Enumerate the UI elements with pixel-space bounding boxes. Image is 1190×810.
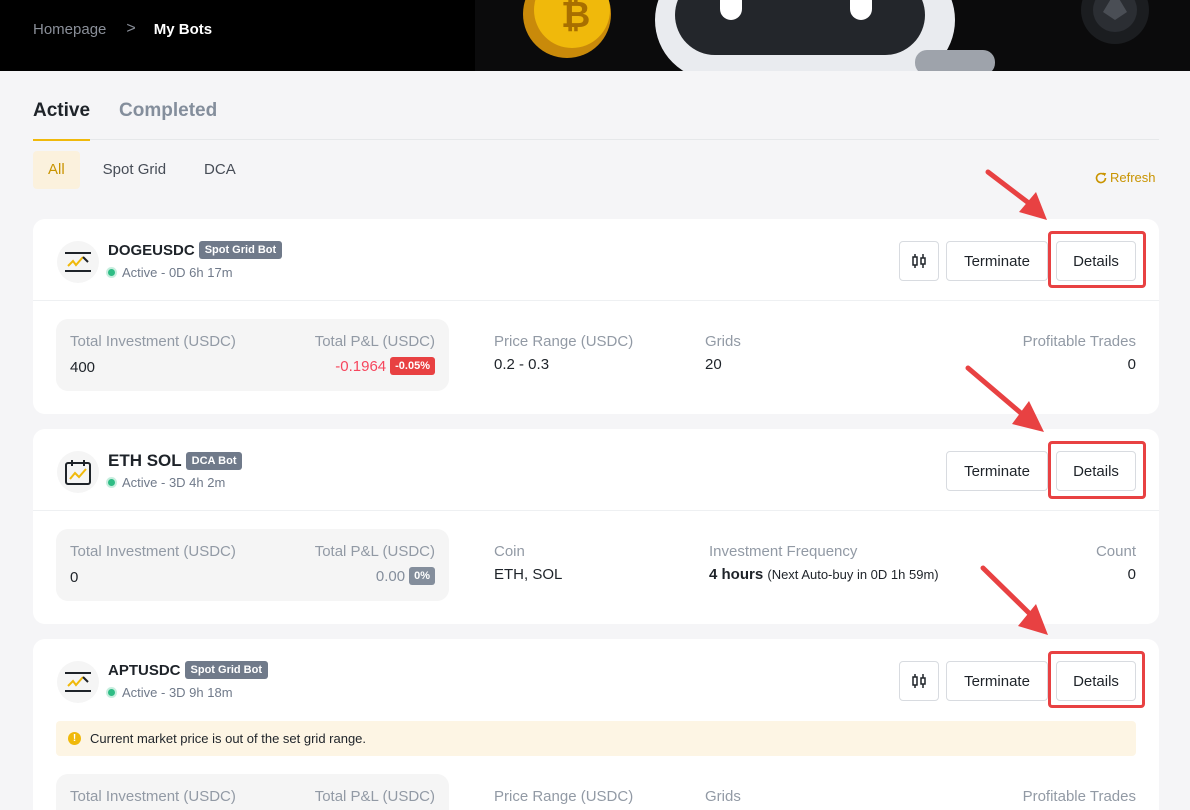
red-arrow-icon xyxy=(965,365,1044,432)
annotation-arrows xyxy=(965,169,1048,635)
red-arrow-icon xyxy=(980,565,1048,635)
red-arrow-icon xyxy=(985,169,1047,220)
